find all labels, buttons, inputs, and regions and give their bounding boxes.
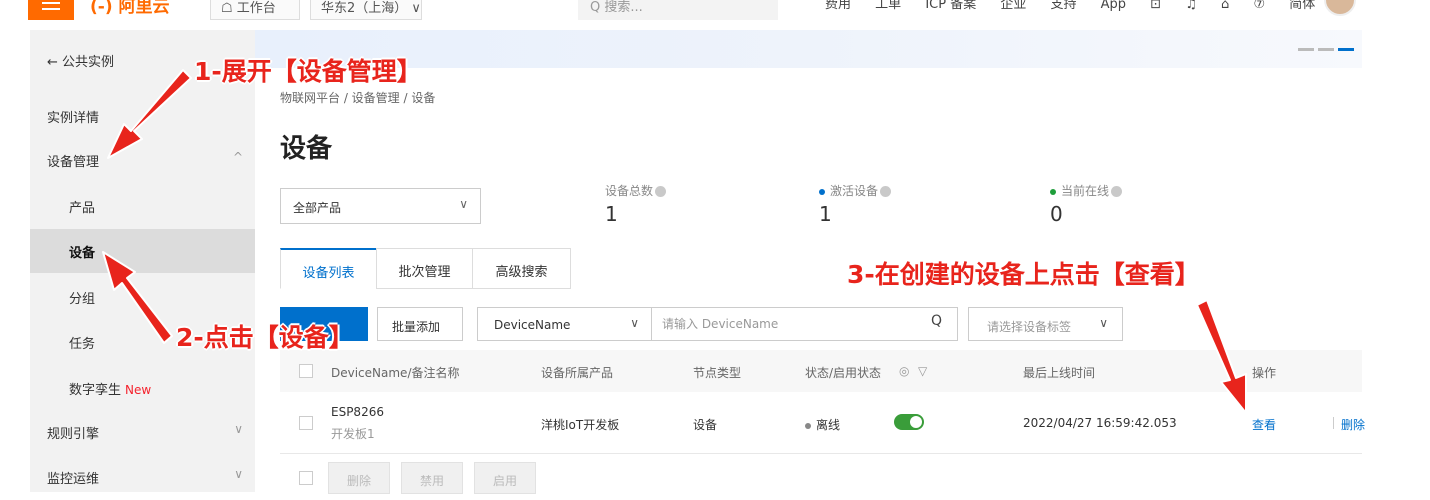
arrow-step1 (107, 69, 192, 159)
arrow-step3 (1196, 299, 1247, 414)
annotation-step2: 2-点击【设备】 (176, 323, 354, 352)
annotation-step1: 1-展开【设备管理】 (194, 57, 422, 86)
arrow-step2 (102, 251, 173, 344)
annotation-step3: 3-在创建的设备上点击【查看】 (847, 260, 1200, 289)
